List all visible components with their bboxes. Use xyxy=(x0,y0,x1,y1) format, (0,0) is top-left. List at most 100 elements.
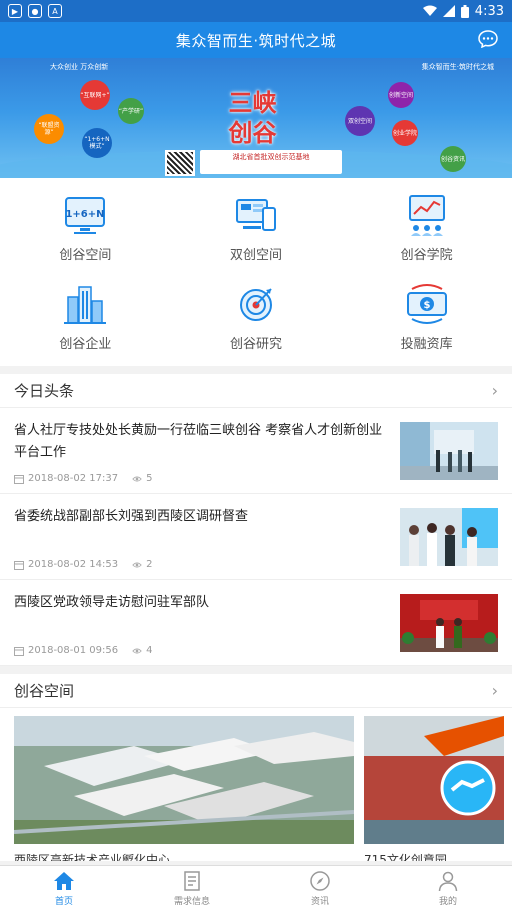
banner-bubble: 创谷资讯 xyxy=(440,146,466,172)
news-views: 5 xyxy=(146,473,153,484)
user-icon xyxy=(438,871,458,892)
status-bar: ▶ ● A 4:33 xyxy=(0,0,512,22)
space-photo xyxy=(13,716,355,844)
menu-label: 创谷学院 xyxy=(400,248,453,263)
news-date: 2018-08-02 17:37 xyxy=(28,473,119,484)
menu-label: 投融资库 xyxy=(400,337,453,352)
menu-label: 双创空间 xyxy=(229,248,282,263)
chat-icon[interactable] xyxy=(478,30,498,48)
tab-label: 资讯 xyxy=(310,897,329,907)
menu-label: 创谷研究 xyxy=(229,337,282,352)
svg-text:$: $ xyxy=(423,300,430,311)
tab-news[interactable]: 资讯 xyxy=(256,866,384,909)
section-title: 创谷空间 xyxy=(14,682,75,700)
tab-label: 需求信息 xyxy=(173,897,210,907)
news-item[interactable]: 西陵区党政领导走访慰问驻军部队 2018-08-01 09:56 4 xyxy=(0,580,512,666)
eye-icon xyxy=(132,562,142,567)
news-thumbnail xyxy=(400,594,498,652)
tab-profile[interactable]: 我的 xyxy=(384,866,512,909)
buildings-icon xyxy=(64,286,107,324)
banner-bubble: “互联网+” xyxy=(80,80,110,110)
app-title: 集众智而生·筑时代之城 xyxy=(175,31,337,50)
qr-code-icon xyxy=(165,150,195,176)
chevron-right-icon: › xyxy=(491,381,498,400)
section-title: 今日头条 xyxy=(14,382,75,400)
eye-icon xyxy=(132,476,142,481)
menu-item-research[interactable]: 创谷研究 xyxy=(171,277,342,366)
menu-label: 创谷空间 xyxy=(59,248,112,263)
menu-item-space[interactable]: 1+6+N 创谷空间 xyxy=(0,188,171,277)
banner-title-line: 创谷 xyxy=(228,118,277,147)
news-thumbnail xyxy=(400,508,498,566)
bottom-nav: 首页 需求信息 资讯 我的 xyxy=(0,865,512,909)
banner-title: 三峡 创谷 xyxy=(205,88,300,148)
news-item[interactable]: 省人社厅专技处处长黄励一行莅临三峡创谷 考察省人才创新创业平台工作 2018-0… xyxy=(0,408,512,494)
banner-bubble: 创业学院 xyxy=(392,120,418,146)
tab-label: 我的 xyxy=(438,897,457,907)
app-screen: ▶ ● A 4:33 集众智而生·筑时代之城 大众创业 万众创新 集众智而生·筑… xyxy=(0,0,512,909)
menu-item-academy[interactable]: 创谷学院 xyxy=(341,188,512,277)
news-title: 西陵区党政领导走访慰问驻军部队 xyxy=(14,595,210,610)
news-views: 4 xyxy=(146,645,153,656)
tab-demand-info[interactable]: 需求信息 xyxy=(128,866,256,909)
banner-bubble: “联盟资源” xyxy=(34,114,64,144)
news-meta: 2018-08-02 14:53 2 xyxy=(14,559,390,570)
promo-banner[interactable]: 大众创业 万众创新 集众智而生·筑时代之城 “互联网+” “产学研” “联盟资源… xyxy=(0,58,512,178)
banner-title-line: 三峡 xyxy=(228,88,277,117)
home-icon xyxy=(54,872,74,890)
news-item[interactable]: 省委统战部副部长刘强到西陵区调研督查 2018-08-02 14:53 2 xyxy=(0,494,512,580)
calendar-icon xyxy=(14,646,24,656)
app-bar: 集众智而生·筑时代之城 xyxy=(0,22,512,58)
news-date: 2018-08-02 14:53 xyxy=(28,559,119,570)
tab-label: 首页 xyxy=(54,897,73,907)
svg-text:1+6+N: 1+6+N xyxy=(66,209,105,220)
status-time: 4:33 xyxy=(474,3,504,19)
presentation-icon xyxy=(408,195,445,236)
menu-item-enterprise[interactable]: 创谷企业 xyxy=(0,277,171,366)
menu-item-finance[interactable]: $ 投融资库 xyxy=(341,277,512,366)
text-notification-icon: A xyxy=(48,4,62,18)
menu-item-dual-space[interactable]: 双创空间 xyxy=(171,188,342,277)
1-6-n-board-icon: 1+6+N xyxy=(65,197,106,234)
tab-home[interactable]: 首页 xyxy=(0,866,128,909)
compass-icon xyxy=(310,871,330,891)
headlines-section: 今日头条 › 省人社厅专技处处长黄励一行莅临三峡创谷 考察省人才创新创业平台工作… xyxy=(0,374,512,666)
news-title: 省委统战部副部长刘强到西陵区调研督查 xyxy=(14,509,249,524)
calendar-icon xyxy=(14,560,24,570)
calendar-icon xyxy=(14,474,24,484)
app-notification-icon: ● xyxy=(28,4,42,18)
news-meta: 2018-08-01 09:56 4 xyxy=(14,645,390,656)
news-date: 2018-08-01 09:56 xyxy=(28,645,119,656)
news-thumbnail xyxy=(400,422,498,480)
space-card[interactable]: 715文化创意园 xyxy=(364,716,504,861)
banner-bubble: “1+6+N模式” xyxy=(82,128,112,158)
news-meta: 2018-08-02 17:37 5 xyxy=(14,473,390,484)
wifi-icon xyxy=(422,5,437,16)
menu-label: 创谷企业 xyxy=(59,337,112,352)
space-name: 715文化创意园 xyxy=(364,853,447,861)
chevron-right-icon: › xyxy=(491,681,498,700)
headlines-header[interactable]: 今日头条 › xyxy=(0,374,512,408)
banner-bubble: 双创空间 xyxy=(345,106,375,136)
news-title: 省人社厅专技处处长黄励一行莅临三峡创谷 考察省人才创新创业平台工作 xyxy=(14,423,383,460)
devices-icon xyxy=(235,199,276,231)
spaces-header[interactable]: 创谷空间 › xyxy=(0,674,512,708)
banner-plate: 湖北省首批双创示范基地 xyxy=(200,150,342,174)
battery-icon xyxy=(460,4,469,18)
spaces-carousel[interactable]: 西陵区高新技术产业孵化中心 715文化创意园 xyxy=(0,708,512,861)
signal-icon xyxy=(442,5,455,17)
space-photo xyxy=(364,716,504,844)
banner-slogan-right: 集众智而生·筑时代之城 xyxy=(421,63,494,71)
research-globe-icon xyxy=(239,288,272,321)
space-name: 西陵区高新技术产业孵化中心 xyxy=(14,853,171,861)
banner-slogan-left: 大众创业 万众创新 xyxy=(50,63,109,71)
space-card[interactable]: 西陵区高新技术产业孵化中心 xyxy=(13,716,355,861)
document-icon xyxy=(184,871,200,891)
feature-grid: 1+6+N 创谷空间 双创空间 创谷学院 创谷企业 创谷研究 $ 投融资库 xyxy=(0,178,512,366)
media-play-icon: ▶ xyxy=(8,4,22,18)
spaces-section: 创谷空间 › 西陵区高新技术产业孵化中心 715文化创意园 xyxy=(0,674,512,861)
banner-bubble: 创新空间 xyxy=(388,82,414,108)
banner-bubble: “产学研” xyxy=(118,98,144,124)
news-views: 2 xyxy=(146,559,153,570)
eye-icon xyxy=(132,648,142,653)
